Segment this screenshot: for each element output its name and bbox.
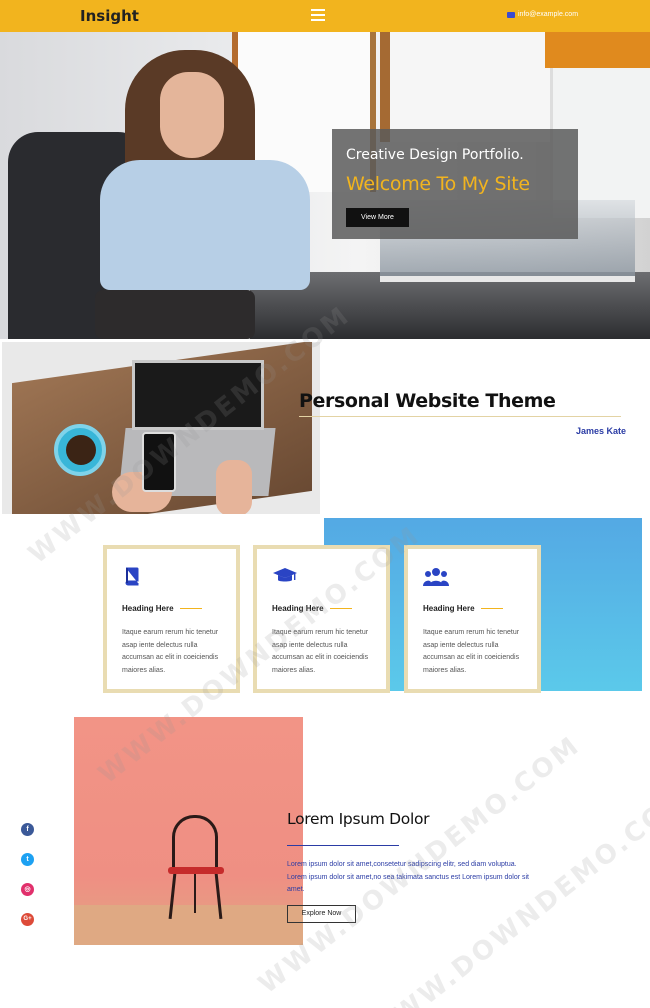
feature-card: Heading Here Itaque earum rerum hic tene…: [404, 545, 541, 693]
lorem-text: Lorem ipsum dolor sit amet,consetetur sa…: [287, 861, 529, 893]
feature-heading: Heading Here: [423, 604, 475, 613]
view-more-button[interactable]: View More: [346, 208, 409, 227]
twitter-icon[interactable]: t: [21, 853, 34, 866]
hero-window: [380, 32, 550, 142]
book-icon: [122, 566, 142, 589]
graduation-cap-icon: [272, 566, 298, 589]
feature-text: Itaque earum rerum hic tenetur asap ient…: [423, 629, 520, 674]
laptop-photo: [2, 342, 320, 514]
header-email[interactable]: info@example.com: [507, 11, 578, 18]
feature-heading: Heading Here: [122, 604, 174, 613]
about-title: Personal Website Theme: [299, 390, 556, 412]
top-navbar: Insight info@example.com: [0, 0, 650, 32]
envelope-icon: [507, 11, 515, 18]
instagram-icon[interactable]: ◎: [21, 883, 34, 896]
lorem-divider: [287, 845, 399, 846]
hero-title: Welcome To My Site: [346, 173, 530, 195]
brand-logo[interactable]: Insight: [80, 7, 139, 25]
feature-heading-underline: [180, 608, 202, 609]
hero-person-photo: [85, 50, 335, 339]
hero-wall-accent: [545, 32, 650, 68]
facebook-icon[interactable]: f: [21, 823, 34, 836]
hero-subtitle: Creative Design Portfolio.: [346, 147, 524, 163]
google-plus-icon[interactable]: G+: [21, 913, 34, 926]
feature-heading-underline: [330, 608, 352, 609]
about-divider: [299, 416, 621, 417]
lorem-title: Lorem Ipsum Dolor: [287, 810, 430, 828]
feature-card: Heading Here Itaque earum rerum hic tene…: [253, 545, 390, 693]
explore-now-button[interactable]: Explore Now: [287, 905, 356, 923]
feature-text: Itaque earum rerum hic tenetur asap ient…: [272, 629, 369, 674]
header-email-text[interactable]: info@example.com: [518, 11, 578, 18]
feature-heading-underline: [481, 608, 503, 609]
hero-banner: Creative Design Portfolio. Welcome To My…: [0, 32, 650, 339]
hero-caption-card: Creative Design Portfolio. Welcome To My…: [332, 129, 578, 239]
chair-photo: [74, 717, 303, 945]
hamburger-menu-icon[interactable]: [311, 9, 325, 21]
feature-heading: Heading Here: [272, 604, 324, 613]
about-author: James Kate: [576, 426, 627, 436]
users-icon: [423, 566, 449, 591]
feature-text: Itaque earum rerum hic tenetur asap ient…: [122, 629, 219, 674]
feature-card: Heading Here Itaque earum rerum hic tene…: [103, 545, 240, 693]
